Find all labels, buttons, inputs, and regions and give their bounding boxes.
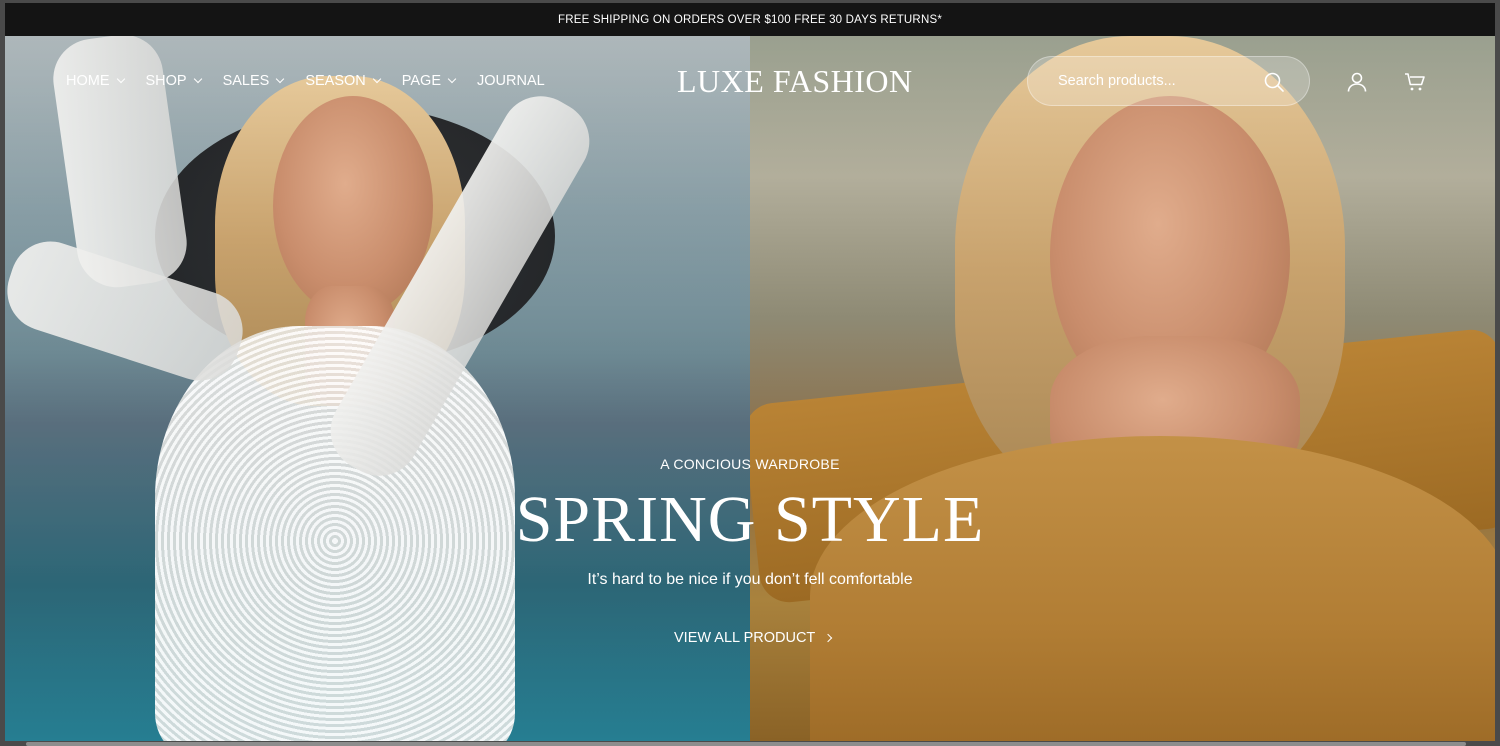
site-header: HOME SHOP SALES SEASON PAGE JOURNAL LUXE… <box>5 36 1495 128</box>
chevron-down-icon <box>372 74 382 84</box>
chevron-right-icon <box>824 633 833 643</box>
menu-item-journal[interactable]: JOURNAL <box>477 73 545 89</box>
menu-item-label: SALES <box>222 73 270 89</box>
chevron-down-icon <box>193 74 202 84</box>
browser-viewport: FREE SHIPPING ON ORDERS OVER $100 FREE 3… <box>5 3 1495 741</box>
menu-item-page[interactable]: PAGE <box>401 73 457 89</box>
chevron-down-icon <box>276 74 285 84</box>
menu-item-label: SHOP <box>145 73 187 89</box>
menu-item-label: JOURNAL <box>477 73 545 89</box>
announcement-bar: FREE SHIPPING ON ORDERS OVER $100 FREE 3… <box>5 3 1495 36</box>
horizontal-scrollbar[interactable] <box>26 742 1466 746</box>
user-icon[interactable] <box>1345 70 1369 94</box>
search-icon[interactable] <box>1263 71 1285 93</box>
site-logo[interactable]: LUXE FASHION <box>677 63 913 100</box>
dress-shape <box>155 326 515 741</box>
menu-item-label: HOME <box>66 73 110 89</box>
chevron-down-icon <box>447 74 457 84</box>
hero-image-left <box>5 36 750 741</box>
hero-image-right <box>750 36 1495 741</box>
main-menu: HOME SHOP SALES SEASON PAGE JOURNAL <box>66 73 567 89</box>
menu-item-sales[interactable]: SALES <box>222 73 285 89</box>
chevron-down-icon <box>116 74 125 84</box>
cart-icon[interactable] <box>1403 70 1427 94</box>
view-all-product-link[interactable]: VIEW ALL PRODUCT <box>674 630 833 646</box>
cta-label: VIEW ALL PRODUCT <box>674 630 816 646</box>
search-input[interactable] <box>1058 73 1258 89</box>
menu-item-label: PAGE <box>401 73 441 89</box>
menu-item-home[interactable]: HOME <box>66 73 125 89</box>
hero-banner: HOME SHOP SALES SEASON PAGE JOURNAL LUXE… <box>5 36 1495 741</box>
menu-item-season[interactable]: SEASON <box>305 73 382 89</box>
announcement-text: FREE SHIPPING ON ORDERS OVER $100 FREE 3… <box>558 13 942 26</box>
shirt-shape <box>810 436 1495 741</box>
menu-item-shop[interactable]: SHOP <box>145 73 202 89</box>
menu-item-label: SEASON <box>305 73 366 89</box>
search-bar <box>1027 56 1310 106</box>
